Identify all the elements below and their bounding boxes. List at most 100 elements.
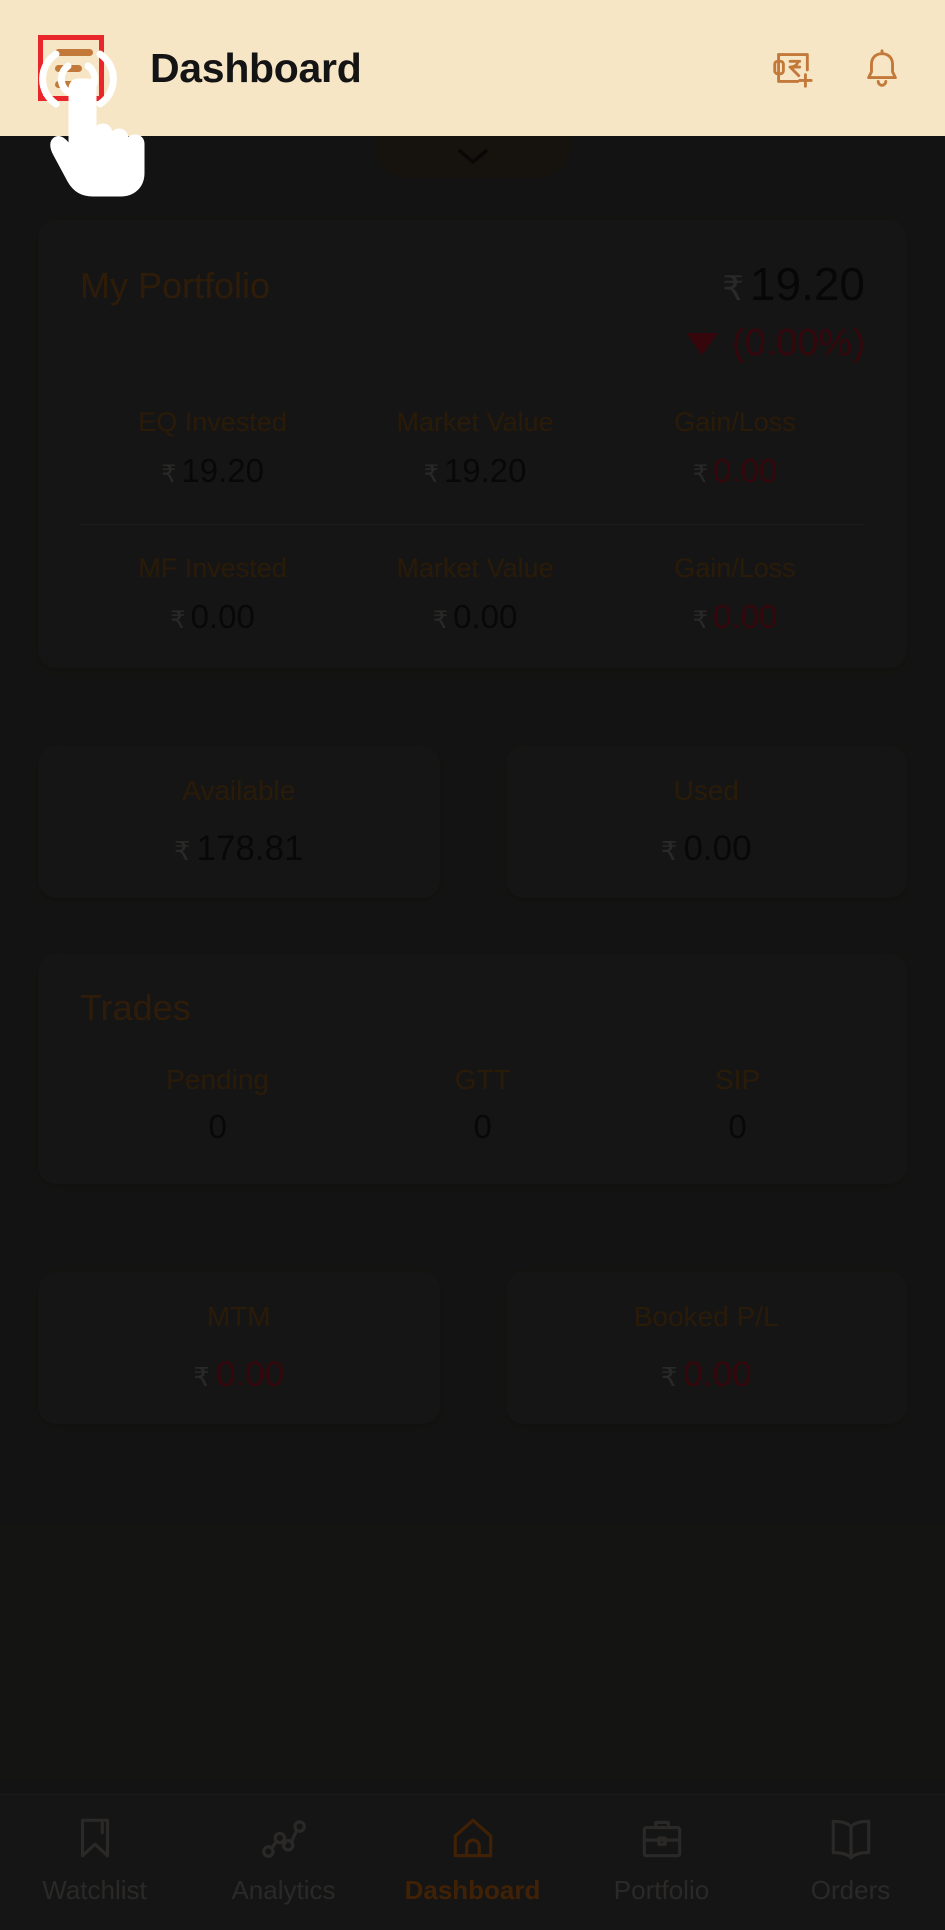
used-amount: 0.00 <box>683 829 752 868</box>
pnl-row: MTM ₹0.00 Booked P/L ₹0.00 <box>38 1272 907 1424</box>
available-amount: 178.81 <box>196 829 304 868</box>
rupee-symbol: ₹ <box>692 461 709 489</box>
mf-gainloss-label: Gain/Loss <box>674 553 796 584</box>
portfolio-card[interactable]: My Portfolio ₹19.20 (0.00%) EQ Invested <box>38 220 907 668</box>
caret-down-icon <box>685 332 718 355</box>
mf-gainloss-value: ₹0.00 <box>605 598 865 636</box>
nav-item-dashboard[interactable]: Dashboard <box>378 1813 567 1906</box>
mutualfund-row: MF Invested ₹0.00 Market Value ₹0.00 Gai… <box>80 553 865 636</box>
used-label: Used <box>673 775 739 806</box>
briefcase-icon <box>642 1820 681 1858</box>
hamburger-menu-icon[interactable] <box>38 35 104 101</box>
trades-sip-label: SIP <box>715 1064 761 1095</box>
used-funds-card[interactable]: Used ₹0.00 <box>505 746 907 898</box>
hamburger-bar-2 <box>55 64 82 72</box>
mf-market-value: ₹0.00 <box>345 598 605 636</box>
mtm-amount: 0.00 <box>215 1355 285 1394</box>
bell-icon[interactable] <box>859 45 905 91</box>
portfolio-title: My Portfolio <box>80 265 271 306</box>
nav-label-watchlist: Watchlist <box>42 1875 147 1905</box>
nav-item-analytics[interactable]: Analytics <box>189 1813 378 1906</box>
rupee-symbol: ₹ <box>193 1362 210 1392</box>
eq-invested-amount: 19.20 <box>181 452 264 490</box>
portfolio-divider <box>80 524 865 526</box>
equity-row: EQ Invested ₹19.20 Market Value ₹19.20 G… <box>80 407 865 490</box>
funds-row: Available ₹178.81 Used ₹0.00 <box>38 746 907 898</box>
header-actions <box>769 45 905 91</box>
chevron-down-icon <box>457 149 488 164</box>
rupee-symbol: ₹ <box>161 461 177 489</box>
eq-market-label: Market Value <box>396 407 554 438</box>
mtm-value: ₹0.00 <box>193 1355 284 1395</box>
booked-pl-value: ₹0.00 <box>661 1355 752 1395</box>
trades-gtt-cell[interactable]: GTT 0 <box>355 1064 610 1146</box>
nav-item-orders[interactable]: Orders <box>756 1813 945 1906</box>
nav-label-dashboard: Dashboard <box>404 1875 541 1905</box>
trades-pending-cell[interactable]: Pending 0 <box>80 1064 355 1146</box>
trades-pending-value: 0 <box>208 1108 227 1145</box>
mf-market-label: Market Value <box>396 553 554 584</box>
portfolio-value-block: ₹19.20 (0.00%) <box>685 260 865 365</box>
trades-title: Trades <box>80 987 191 1028</box>
rupee-symbol: ₹ <box>660 1362 678 1392</box>
nav-label-portfolio: Portfolio <box>613 1875 710 1905</box>
trades-pending-label: Pending <box>166 1064 270 1095</box>
booked-pl-label: Booked P/L <box>633 1301 779 1332</box>
rupee-symbol: ₹ <box>432 607 449 635</box>
expand-handle[interactable] <box>374 136 571 178</box>
eq-gainloss-amount: 0.00 <box>713 452 778 490</box>
eq-market-cell: Market Value ₹19.20 <box>345 407 605 490</box>
portfolio-total-amount: 19.20 <box>749 258 865 310</box>
eq-invested-value: ₹19.20 <box>80 452 345 490</box>
add-funds-rupee-icon[interactable] <box>769 45 815 91</box>
mf-market-amount: 0.00 <box>453 598 518 636</box>
mobile-app-screen: Dashboard My Portfolio ₹ 19.20 (0.00%) E… <box>0 0 945 1930</box>
bookmark-icon <box>80 1818 109 1858</box>
mf-gainloss-cell: Gain/Loss ₹0.00 <box>605 553 865 636</box>
hamburger-bar-1 <box>55 48 93 56</box>
mf-invested-value: ₹0.00 <box>80 598 345 636</box>
line-chart-icon <box>261 1820 306 1858</box>
portfolio-total-value: ₹19.20 <box>686 260 865 308</box>
home-icon <box>453 1818 492 1858</box>
booked-pl-card[interactable]: Booked P/L ₹0.00 <box>505 1272 907 1424</box>
book-icon <box>831 1819 870 1860</box>
eq-market-value: ₹19.20 <box>345 452 605 490</box>
rupee-symbol: ₹ <box>660 836 678 866</box>
portfolio-summary: My Portfolio ₹19.20 (0.00%) <box>80 260 865 365</box>
trades-sip-cell[interactable]: SIP 0 <box>610 1064 865 1146</box>
mf-invested-amount: 0.00 <box>190 598 255 636</box>
rupee-symbol: ₹ <box>170 607 186 635</box>
available-value: ₹178.81 <box>174 829 304 869</box>
bottom-navigation-bar: Watchlist Analytics Dashboard Portfolio … <box>0 1794 945 1930</box>
eq-invested-label: EQ Invested <box>138 407 287 438</box>
nav-label-analytics: Analytics <box>231 1875 336 1905</box>
nav-label-orders: Orders <box>810 1875 891 1905</box>
nav-item-watchlist[interactable]: Watchlist <box>0 1813 189 1906</box>
mf-invested-label: MF Invested <box>138 553 287 584</box>
eq-invested-cell: EQ Invested ₹19.20 <box>80 407 345 490</box>
trades-gtt-label: GTT <box>454 1064 511 1095</box>
mf-market-cell: Market Value ₹0.00 <box>345 553 605 636</box>
dashboard-content: My Portfolio ₹19.20 (0.00%) EQ Invested <box>0 136 945 1794</box>
booked-pl-amount: 0.00 <box>683 1355 752 1394</box>
mf-gainloss-amount: 0.00 <box>713 598 778 636</box>
trades-card[interactable]: Trades Pending 0 GTT 0 SIP 0 <box>38 954 907 1184</box>
available-funds-card[interactable]: Available ₹178.81 <box>38 746 440 898</box>
page-title: Dashboard <box>150 44 362 91</box>
rupee-symbol: ₹ <box>173 836 191 866</box>
eq-gainloss-value: ₹0.00 <box>605 452 865 490</box>
mf-invested-cell: MF Invested ₹0.00 <box>80 553 345 636</box>
portfolio-change: (0.00%) <box>685 322 865 365</box>
rupee-symbol: ₹ <box>722 270 744 308</box>
rupee-symbol: ₹ <box>692 607 709 635</box>
app-header: Dashboard <box>0 0 945 136</box>
used-value: ₹0.00 <box>661 829 752 869</box>
mtm-label: MTM <box>206 1301 271 1332</box>
available-label: Available <box>182 775 296 806</box>
portfolio-change-percent: (0.00%) <box>731 322 865 365</box>
trades-sip-value: 0 <box>728 1108 747 1145</box>
eq-gainloss-cell: Gain/Loss ₹0.00 <box>605 407 865 490</box>
mtm-card[interactable]: MTM ₹0.00 <box>38 1272 440 1424</box>
nav-item-portfolio[interactable]: Portfolio <box>567 1813 756 1906</box>
